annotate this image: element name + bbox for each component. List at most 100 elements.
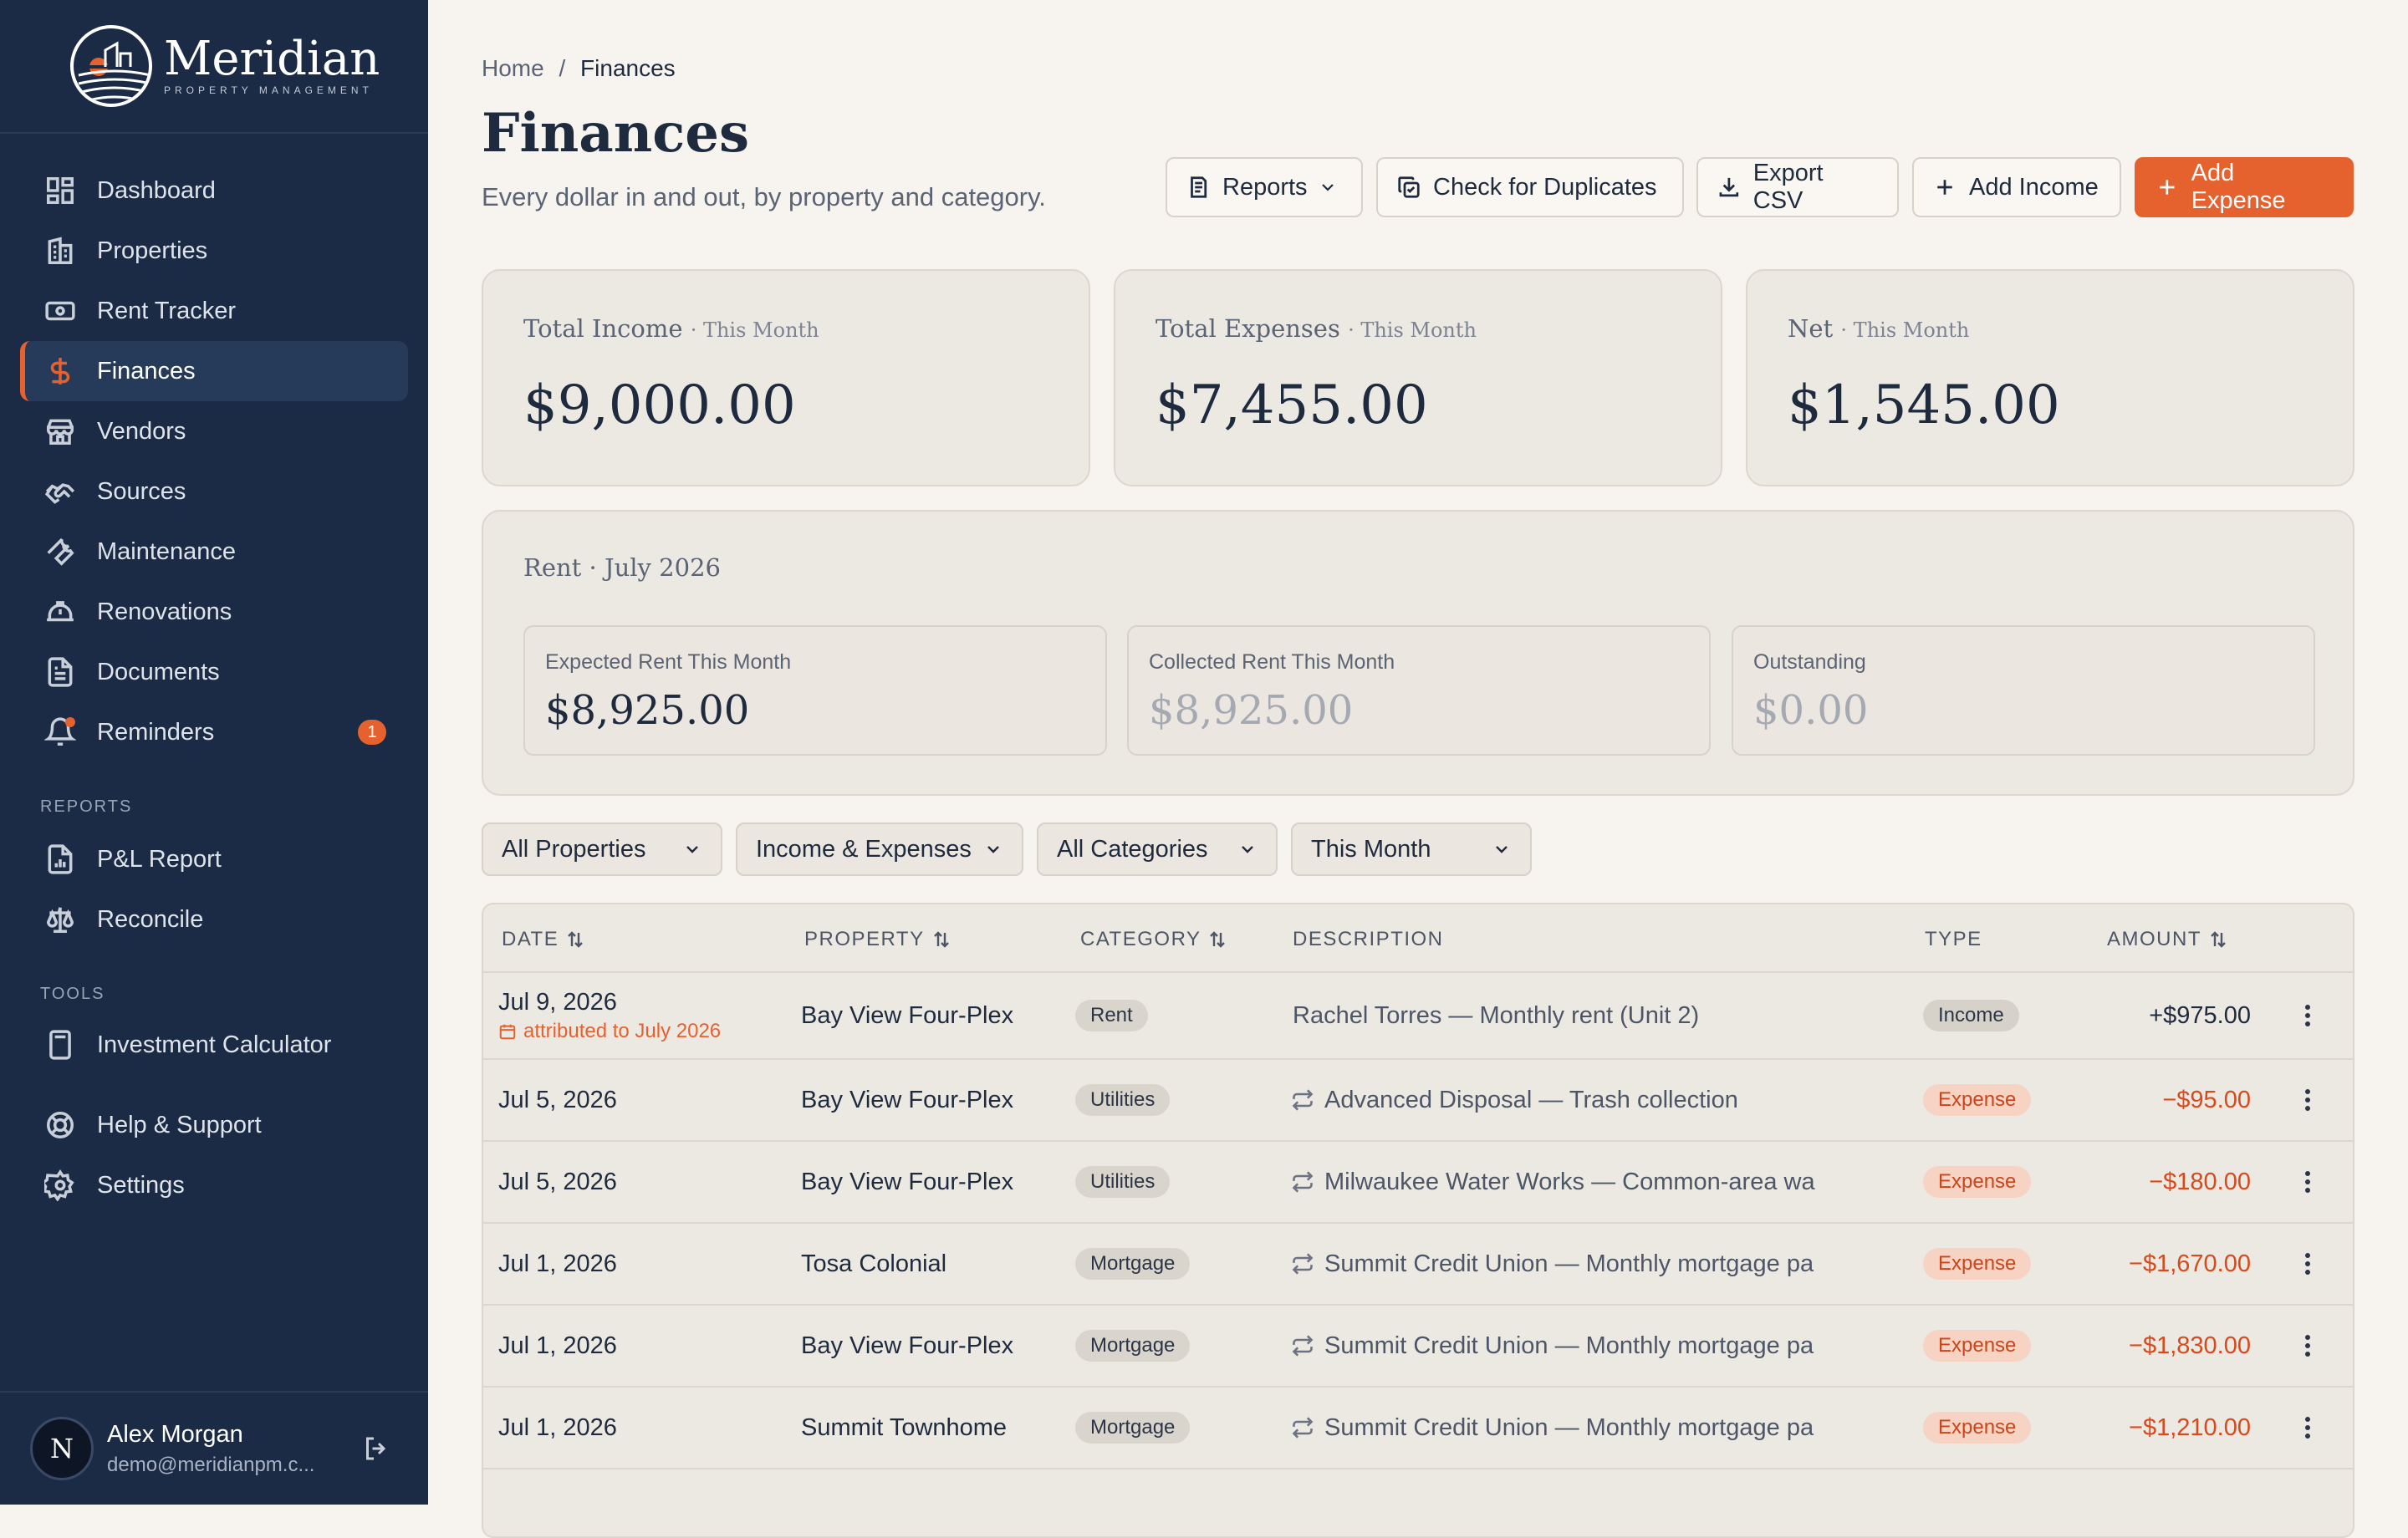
breadcrumb-home[interactable]: Home: [482, 55, 544, 81]
row-amount: −$180.00: [2149, 1168, 2251, 1195]
table-row[interactable]: Jul 1, 2026 Summit Townhome Mortgage Sum…: [483, 1388, 2353, 1469]
kebab-menu-icon: [2305, 1089, 2310, 1111]
logo-mark-icon: [70, 25, 152, 107]
report-icon: [1191, 176, 1207, 198]
outstanding-rent-card: Outstanding $0.00: [1732, 625, 2315, 756]
table-row[interactable]: Jul 1, 2026 Tosa Colonial Mortgage Summi…: [483, 1224, 2353, 1306]
row-description: Summit Credit Union — Monthly mortgage p…: [1324, 1250, 1814, 1277]
reminders-count-badge: 1: [358, 720, 386, 745]
column-description-label: DESCRIPTION: [1293, 928, 1444, 950]
table-row[interactable]: Jul 9, 2026 attributed to July 2026 Bay …: [483, 973, 2353, 1060]
sidebar-item-investment-calculator[interactable]: Investment Calculator: [20, 1015, 408, 1075]
table-row[interactable]: Jul 5, 2026 Bay View Four-Plex Utilities…: [483, 1142, 2353, 1224]
outstanding-rent-value: $0.00: [1753, 687, 1869, 734]
card-period: · This Month: [690, 318, 819, 342]
kebab-menu-icon: [2305, 1005, 2310, 1026]
sidebar-item-pl-report[interactable]: P&L Report: [20, 829, 408, 889]
dollar-icon: [43, 354, 77, 388]
sidebar-item-renovations[interactable]: Renovations: [20, 582, 408, 642]
check-duplicates-button[interactable]: Check for Duplicates: [1376, 157, 1684, 217]
row-description: Advanced Disposal — Trash collection: [1324, 1086, 1738, 1113]
column-date[interactable]: DATE: [502, 928, 585, 951]
table-row[interactable]: Jul 1, 2026 Bay View Four-Plex Mortgage …: [483, 1306, 2353, 1388]
row-property: Bay View Four-Plex: [801, 1332, 1014, 1359]
sort-icon: [1210, 931, 1226, 948]
property-filter-value: All Properties: [502, 835, 646, 863]
sidebar-item-label: Renovations: [97, 598, 232, 625]
reports-nav: P&L Report Reconcile: [20, 829, 408, 950]
sidebar-item-label: Sources: [97, 477, 186, 505]
category-pill: Mortgage: [1075, 1330, 1191, 1362]
row-menu-button[interactable]: [2304, 1142, 2311, 1222]
user-name: Alex Morgan: [107, 1420, 243, 1448]
sidebar-item-vendors[interactable]: Vendors: [20, 401, 408, 461]
column-category[interactable]: CATEGORY: [1080, 928, 1227, 951]
logout-icon[interactable]: [361, 1434, 391, 1464]
sidebar-item-dashboard[interactable]: Dashboard: [20, 160, 408, 221]
category-pill: Mortgage: [1075, 1248, 1191, 1280]
tools-section-label: TOOLS: [40, 985, 105, 1003]
total-expenses-card: Total Expenses · This Month $7,455.00: [1114, 269, 1722, 486]
collected-rent-label: Collected Rent This Month: [1149, 650, 1395, 674]
row-menu-button[interactable]: [2304, 1388, 2311, 1468]
type-filter-value: Income & Expenses: [756, 835, 972, 863]
wrench-icon: [43, 535, 77, 568]
brand-name: Meridian: [164, 32, 380, 86]
sidebar-item-label: P&L Report: [97, 845, 222, 873]
reports-button[interactable]: Reports: [1166, 157, 1363, 217]
sidebar-item-rent-tracker[interactable]: Rent Tracker: [20, 281, 408, 341]
rent-summary-card: Rent · July 2026 Expected Rent This Mont…: [482, 510, 2354, 796]
sidebar-item-help-support[interactable]: Help & Support: [20, 1095, 408, 1155]
row-amount: −$1,210.00: [2129, 1413, 2251, 1441]
net-value: $1,545.00: [1788, 374, 2060, 436]
user-email: demo@meridianpm.c...: [107, 1453, 315, 1476]
sidebar-item-label: Documents: [97, 658, 220, 685]
recurring-icon: [1292, 1171, 1314, 1193]
collected-rent-value: $8,925.00: [1149, 687, 1354, 734]
add-income-button[interactable]: Add Income: [1912, 157, 2121, 217]
type-filter[interactable]: Income & Expenses: [736, 822, 1023, 876]
page-subtitle: Every dollar in and out, by property and…: [482, 182, 1046, 211]
net-card: Net · This Month $1,545.00: [1746, 269, 2354, 486]
row-date: Jul 5, 2026: [498, 1086, 617, 1113]
row-property: Bay View Four-Plex: [801, 1001, 1014, 1029]
sidebar-item-label: Investment Calculator: [97, 1031, 332, 1058]
breadcrumb-separator: /: [559, 55, 566, 81]
column-amount[interactable]: AMOUNT: [2107, 928, 2228, 951]
sidebar-item-reminders[interactable]: Reminders 1: [20, 702, 408, 762]
column-property[interactable]: PROPERTY: [804, 928, 951, 951]
row-property: Bay View Four-Plex: [801, 1168, 1014, 1195]
dashboard-icon: [43, 174, 77, 207]
calculator-icon: [43, 1028, 77, 1062]
sidebar-item-settings[interactable]: Settings: [20, 1155, 408, 1215]
sidebar-item-reconcile[interactable]: Reconcile: [20, 889, 408, 950]
brand-logo[interactable]: Meridian PROPERTY MANAGEMENT: [0, 0, 428, 134]
chevron-down-icon: [987, 846, 999, 853]
card-label: Net: [1788, 314, 1834, 343]
property-filter[interactable]: All Properties: [482, 822, 722, 876]
export-csv-button[interactable]: Export CSV: [1696, 157, 1899, 217]
card-period: · This Month: [1840, 318, 1970, 342]
card-period: · This Month: [1348, 318, 1477, 342]
recurring-icon: [1292, 1253, 1314, 1275]
sidebar-item-sources[interactable]: Sources: [20, 461, 408, 522]
row-date: Jul 1, 2026: [498, 1250, 617, 1277]
category-pill: Utilities: [1075, 1084, 1171, 1116]
total-expenses-value: $7,455.00: [1156, 374, 1428, 436]
row-menu-button[interactable]: [2304, 1306, 2311, 1386]
row-amount: −$1,830.00: [2129, 1332, 2251, 1359]
row-menu-button[interactable]: [2304, 973, 2311, 1058]
period-filter[interactable]: This Month: [1291, 822, 1532, 876]
table-row[interactable]: Jul 5, 2026 Bay View Four-Plex Utilities…: [483, 1060, 2353, 1142]
sidebar-item-finances[interactable]: Finances: [20, 341, 408, 401]
row-menu-button[interactable]: [2304, 1224, 2311, 1304]
expected-rent-label: Expected Rent This Month: [545, 650, 792, 674]
hardhat-icon: [43, 595, 77, 629]
sidebar-item-properties[interactable]: Properties: [20, 221, 408, 281]
row-menu-button[interactable]: [2304, 1060, 2311, 1140]
sidebar-item-documents[interactable]: Documents: [20, 642, 408, 702]
sidebar-item-maintenance[interactable]: Maintenance: [20, 522, 408, 582]
category-filter[interactable]: All Categories: [1037, 822, 1278, 876]
user-profile[interactable]: N Alex Morgan demo@meridianpm.c...: [0, 1391, 428, 1505]
add-expense-button[interactable]: Add Expense: [2135, 157, 2354, 217]
